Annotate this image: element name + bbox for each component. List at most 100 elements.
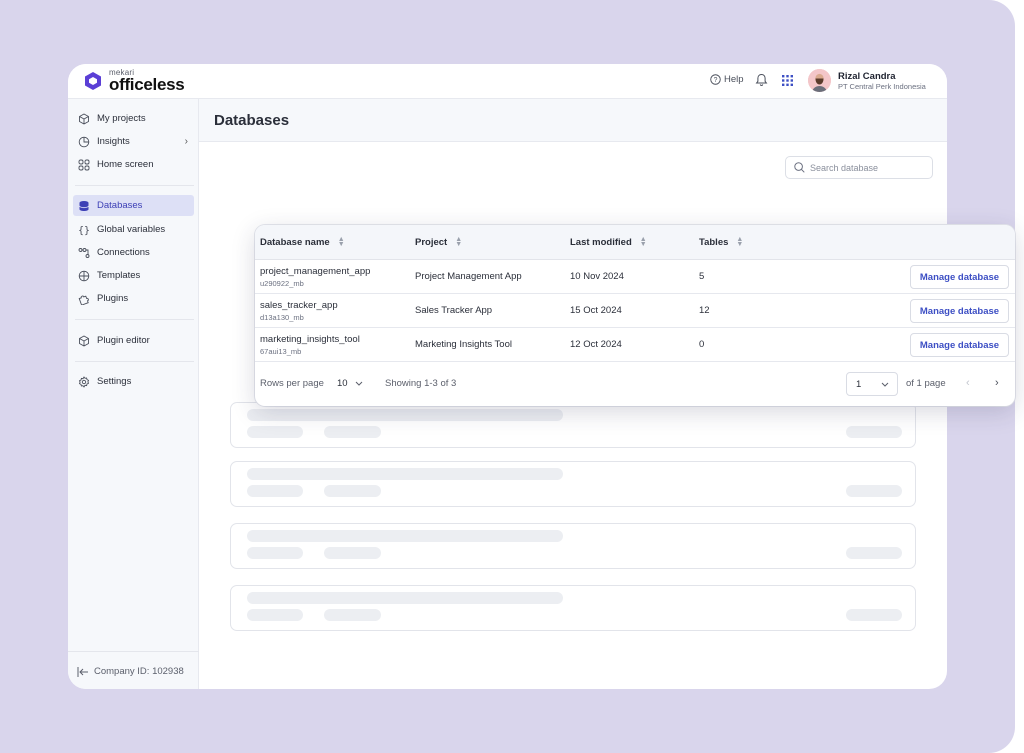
chevron-down-icon — [881, 382, 889, 387]
connections-icon — [78, 247, 90, 258]
search-placeholder: Search database — [810, 162, 879, 173]
sidebar-item-plugins[interactable]: Plugins — [73, 288, 194, 309]
page-header: Databases — [199, 99, 947, 142]
page-select-value: 1 — [856, 378, 862, 390]
database-name: sales_tracker_app — [260, 300, 338, 311]
sidebar-item-label: Plugin editor — [97, 335, 150, 346]
sidebar-item-insights[interactable]: Insights › — [73, 131, 194, 152]
sidebar-item-plugin-editor[interactable]: Plugin editor — [73, 330, 194, 351]
database-id: u290922_mb — [260, 279, 304, 288]
cube-edit-icon — [79, 334, 89, 347]
sidebar-item-home-screen[interactable]: Home screen — [73, 154, 194, 175]
skeleton-line — [247, 468, 563, 480]
column-header-label: Tables — [699, 237, 729, 248]
help-icon: ? — [710, 74, 721, 85]
sidebar-item-label: Home screen — [97, 159, 154, 170]
sidebar-item-settings[interactable]: Settings — [73, 371, 194, 392]
avatar-person-icon — [808, 69, 831, 92]
rows-per-page-select[interactable]: 10 — [337, 378, 363, 389]
user-name: Rizal Candra — [838, 71, 896, 82]
table-header: Database name ▲ ▼ Project ▲ ▼ Last modifie… — [255, 225, 1015, 260]
database-name: marketing_insights_tool — [260, 334, 360, 345]
sidebar-item-label: Settings — [97, 376, 132, 387]
table-row[interactable]: project_management_app u290922_mb Projec… — [255, 260, 1015, 294]
skeleton-line — [846, 547, 902, 559]
project-name: Marketing Insights Tool — [415, 339, 512, 350]
sidebar-item-templates[interactable]: Templates — [73, 265, 194, 286]
skeleton-line — [247, 547, 303, 559]
skeleton-card — [230, 461, 916, 507]
sidebar-divider — [75, 361, 194, 362]
sort-icon: ▲ ▼ — [337, 235, 345, 248]
cube-icon — [79, 112, 89, 125]
sidebar-item-my-projects[interactable]: My projects — [73, 108, 194, 129]
sidebar-item-label: Connections — [97, 247, 150, 258]
sort-icon: ▲ ▼ — [736, 235, 744, 248]
manage-database-button[interactable]: Manage database — [910, 299, 1009, 323]
sidebar-item-global-variables[interactable]: {} Global variables — [73, 219, 194, 240]
logo[interactable]: mekari officeless — [84, 69, 185, 93]
skeleton-line — [846, 609, 902, 621]
search-input[interactable]: Search database — [785, 156, 933, 179]
help-link[interactable]: ? Help — [710, 74, 744, 85]
skeleton-line — [324, 609, 381, 621]
previous-page-icon[interactable]: ‹ — [966, 377, 970, 389]
sidebar-item-label: Insights — [97, 136, 130, 147]
templates-icon — [78, 270, 90, 281]
column-header-tables[interactable]: Tables ▲ ▼ — [699, 235, 744, 248]
showing-count: Showing 1-3 of 3 — [385, 378, 457, 389]
user-info[interactable]: Rizal Candra PT Central Perk Indonesia — [838, 71, 926, 91]
database-icon — [79, 200, 89, 211]
table-row[interactable]: sales_tracker_app d13a130_mb Sales Track… — [255, 294, 1015, 328]
puzzle-icon — [78, 295, 89, 305]
gear-icon — [78, 375, 90, 388]
pie-chart-icon — [78, 136, 90, 147]
skeleton-line — [846, 485, 902, 497]
skeleton-line — [247, 409, 563, 421]
logo-hexagon-icon — [85, 72, 101, 90]
company-id-label: Company ID: 102938 — [94, 666, 184, 677]
manage-database-button[interactable]: Manage database — [910, 333, 1009, 357]
table-count: 12 — [699, 305, 710, 316]
help-label: Help — [724, 74, 744, 85]
manage-database-button[interactable]: Manage database — [910, 265, 1009, 289]
last-modified: 15 Oct 2024 — [570, 305, 622, 316]
sidebar-item-label: Databases — [97, 200, 143, 211]
column-header-project[interactable]: Project ▲ ▼ — [415, 236, 462, 248]
column-header-last-modified[interactable]: Last modified ▲ ▼ — [570, 236, 647, 248]
column-header-database-name[interactable]: Database name ▲ ▼ — [260, 235, 345, 248]
rows-per-page-label: Rows per page — [260, 378, 324, 389]
sidebar-divider — [75, 185, 194, 186]
database-id: 67aui13_mb — [260, 347, 302, 356]
collapse-sidebar-icon — [77, 666, 88, 677]
project-name: Sales Tracker App — [415, 305, 493, 316]
sidebar: My projects Insights › Home screen Datab… — [68, 99, 199, 689]
sidebar-item-connections[interactable]: Connections — [73, 242, 194, 263]
bell-icon[interactable] — [755, 73, 768, 87]
sidebar-item-label: Plugins — [97, 293, 129, 304]
column-header-label: Project — [415, 237, 448, 248]
project-name: Project Management App — [415, 271, 522, 282]
page-title: Databases — [214, 112, 290, 129]
grid-four-icon — [78, 159, 90, 170]
last-modified: 10 Nov 2024 — [570, 271, 624, 282]
apps-grid-icon[interactable] — [782, 75, 793, 86]
avatar[interactable] — [808, 69, 831, 92]
search-icon — [794, 162, 805, 173]
database-id: d13a130_mb — [260, 313, 304, 322]
sidebar-divider — [75, 319, 194, 320]
next-page-icon[interactable]: › — [995, 377, 999, 389]
skeleton-line — [324, 485, 381, 497]
skeleton-line — [247, 485, 303, 497]
page-select[interactable]: 1 — [846, 372, 898, 396]
table-row[interactable]: marketing_insights_tool 67aui13_mb Marke… — [255, 328, 1015, 362]
sidebar-item-label: Global variables — [97, 224, 166, 235]
company-id[interactable]: Company ID: 102938 — [77, 666, 184, 677]
database-table-card: Database name ▲ ▼ Project ▲ ▼ Last modifie… — [255, 225, 1015, 406]
sidebar-item-databases[interactable]: Databases — [73, 195, 194, 216]
sidebar-item-label: My projects — [97, 113, 146, 124]
sidebar-item-label: Templates — [97, 270, 141, 281]
skeleton-line — [247, 426, 303, 438]
table-count: 5 — [699, 271, 705, 282]
skeleton-card — [230, 523, 916, 569]
